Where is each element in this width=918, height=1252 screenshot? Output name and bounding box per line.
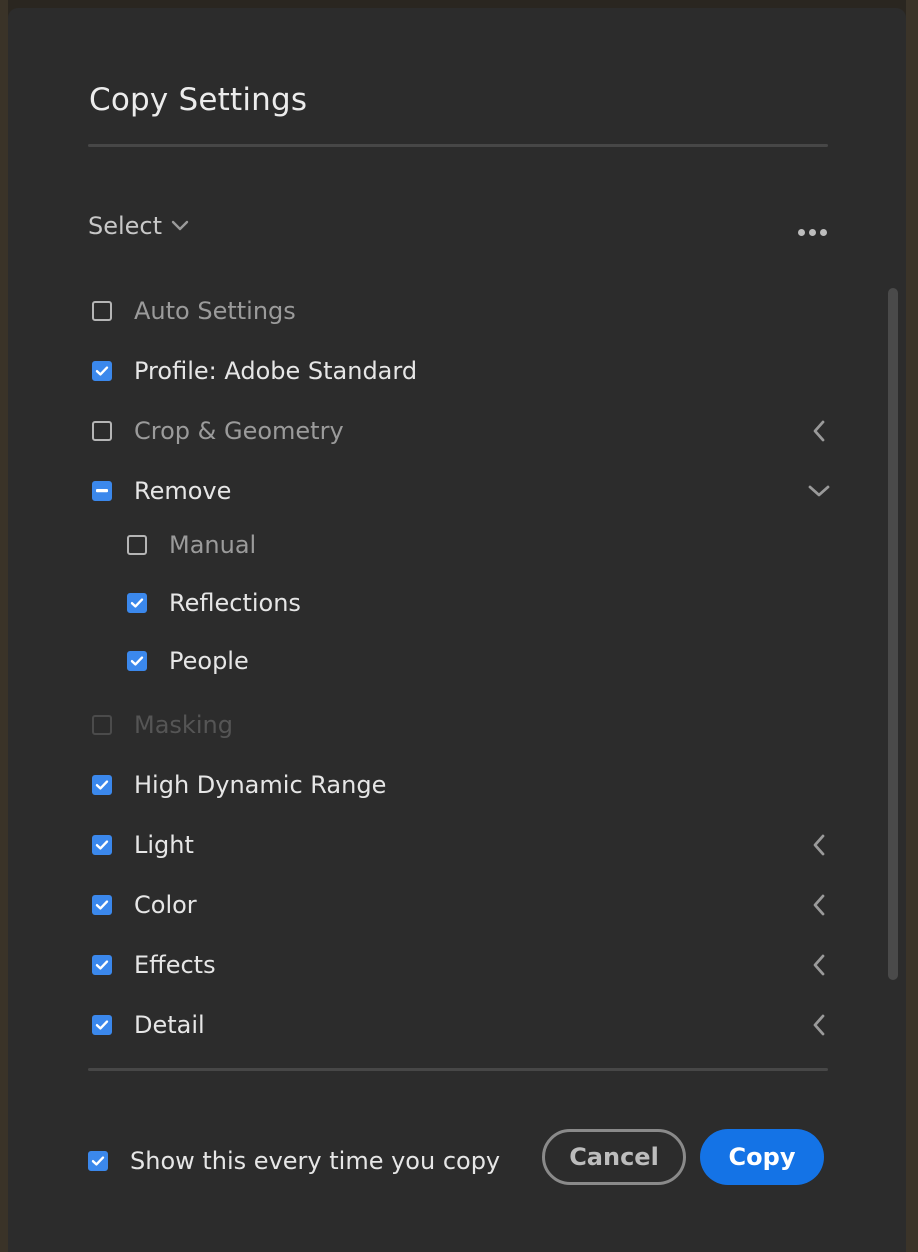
checkbox[interactable]: [127, 593, 147, 613]
checkbox[interactable]: [92, 775, 112, 795]
more-options-icon[interactable]: [792, 222, 832, 242]
chevron-left-icon[interactable]: [806, 952, 832, 978]
minus-icon: [96, 489, 108, 493]
checkmark-icon: [95, 900, 109, 910]
settings-row-label: Crop & Geometry: [134, 417, 344, 445]
header-divider: [88, 144, 828, 147]
settings-row[interactable]: Remove: [92, 471, 231, 511]
chevron-down-icon[interactable]: [806, 478, 832, 504]
settings-row-label: Auto Settings: [134, 297, 296, 325]
chevron-left-icon[interactable]: [806, 892, 832, 918]
chevron-left-icon[interactable]: [806, 1012, 832, 1038]
settings-row[interactable]: Profile: Adobe Standard: [92, 351, 417, 391]
checkmark-icon: [130, 598, 144, 608]
settings-row-label: Color: [134, 891, 197, 919]
settings-row[interactable]: Masking: [92, 705, 233, 745]
checkmark-icon: [95, 780, 109, 790]
checkbox[interactable]: [92, 955, 112, 975]
checkbox[interactable]: [92, 421, 112, 441]
checkbox[interactable]: [92, 895, 112, 915]
settings-row-label: Masking: [134, 711, 233, 739]
chevron-left-icon[interactable]: [806, 418, 832, 444]
checkbox[interactable]: [92, 361, 112, 381]
chevron-down-icon: [171, 220, 189, 231]
checkbox[interactable]: [127, 535, 147, 555]
settings-row-label: Remove: [134, 477, 232, 505]
checkmark-icon: [95, 960, 109, 970]
settings-row[interactable]: Reflections: [127, 583, 301, 623]
checkbox: [92, 715, 112, 735]
checkbox[interactable]: [88, 1151, 108, 1171]
settings-row-label: High Dynamic Range: [134, 771, 387, 799]
settings-row-label: Light: [134, 831, 194, 859]
settings-row-label: Profile: Adobe Standard: [134, 357, 418, 385]
checkbox[interactable]: [92, 301, 112, 321]
settings-row[interactable]: High Dynamic Range: [92, 765, 386, 805]
settings-row-label: People: [169, 647, 249, 675]
copy-button[interactable]: Copy: [700, 1129, 824, 1185]
settings-row[interactable]: Color: [92, 885, 197, 925]
settings-row-label: Detail: [134, 1011, 205, 1039]
dialog-title: Copy Settings: [89, 82, 308, 118]
settings-row[interactable]: Effects: [92, 945, 216, 985]
checkbox[interactable]: [127, 651, 147, 671]
cancel-button[interactable]: Cancel: [542, 1129, 686, 1185]
show-every-time-checkbox[interactable]: Show this every time you copy: [88, 1147, 500, 1175]
scrollbar-thumb[interactable]: [888, 288, 898, 980]
checkbox[interactable]: [92, 481, 112, 501]
copy-settings-dialog: Copy Settings Select Auto Settings Profil…: [8, 8, 906, 1252]
checkmark-icon: [95, 840, 109, 850]
show-every-time-label: Show this every time you copy: [130, 1147, 501, 1175]
checkmark-icon: [130, 656, 144, 666]
settings-row[interactable]: People: [127, 641, 249, 681]
select-dropdown[interactable]: Select: [88, 212, 190, 240]
footer-divider: [88, 1068, 828, 1071]
chevron-left-icon[interactable]: [806, 832, 832, 858]
checkmark-icon: [91, 1156, 105, 1166]
settings-row[interactable]: Detail: [92, 1005, 205, 1045]
checkmark-icon: [95, 1020, 109, 1030]
settings-row[interactable]: Crop & Geometry: [92, 411, 344, 451]
settings-row-label: Reflections: [169, 589, 301, 617]
settings-row[interactable]: Light: [92, 825, 194, 865]
settings-row-label: Manual: [169, 531, 257, 559]
checkbox[interactable]: [92, 1015, 112, 1035]
checkbox[interactable]: [92, 835, 112, 855]
settings-row-label: Effects: [134, 951, 216, 979]
checkmark-icon: [95, 366, 109, 376]
settings-row[interactable]: Manual: [127, 525, 256, 565]
select-label: Select: [88, 212, 163, 240]
settings-row[interactable]: Auto Settings: [92, 291, 296, 331]
